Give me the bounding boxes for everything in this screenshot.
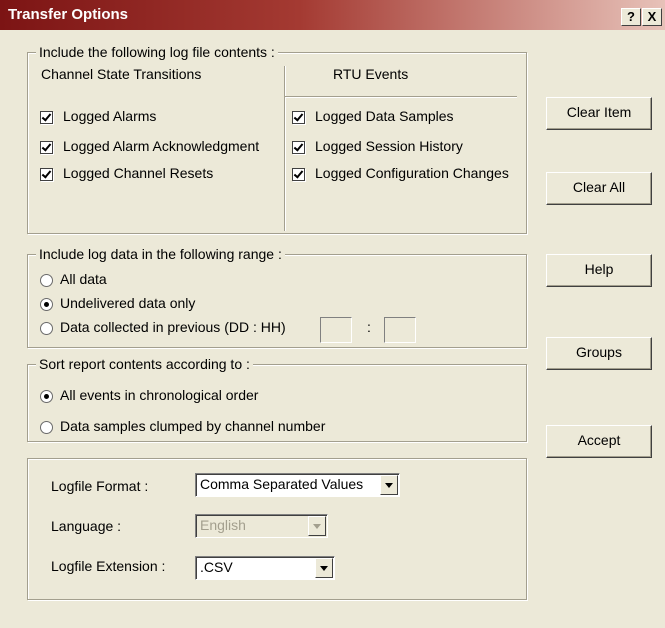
logged-session-history-label: Logged Session History — [315, 138, 463, 154]
clear-all-button[interactable]: Clear All — [546, 172, 652, 205]
accept-button[interactable]: Accept — [546, 425, 652, 458]
logged-alarm-ack-checkbox[interactable] — [40, 141, 53, 154]
logged-data-samples-checkbox[interactable] — [292, 111, 305, 124]
logged-data-samples-label: Logged Data Samples — [315, 108, 454, 124]
logfile-format-select[interactable]: Comma Separated Values — [195, 473, 400, 497]
logged-config-changes-label: Logged Configuration Changes — [315, 165, 509, 181]
chevron-down-icon — [308, 516, 326, 536]
help-icon[interactable]: ? — [621, 8, 641, 26]
logfile-extension-value: .CSV — [200, 559, 233, 575]
language-label: Language : — [51, 518, 122, 534]
dd-hh-separator: : — [367, 319, 371, 335]
clumped-label: Data samples clumped by channel number — [60, 418, 326, 434]
undelivered-data-radio[interactable] — [40, 298, 53, 311]
data-previous-radio[interactable] — [40, 322, 53, 335]
clumped-radio[interactable] — [40, 421, 53, 434]
window-title: Transfer Options — [8, 6, 129, 23]
chevron-down-icon[interactable] — [380, 475, 398, 495]
sort-legend: Sort report contents according to : — [36, 356, 253, 372]
title-bar: Transfer Options ? X — [0, 0, 665, 30]
column-divider — [284, 66, 286, 231]
close-icon[interactable]: X — [642, 8, 662, 26]
log-contents-legend: Include the following log file contents … — [36, 44, 278, 60]
logged-alarm-ack-label: Logged Alarm Acknowledgment — [63, 138, 260, 154]
clear-item-button[interactable]: Clear Item — [546, 97, 652, 130]
logged-channel-resets-label: Logged Channel Resets — [63, 165, 214, 181]
range-legend: Include log data in the following range … — [36, 246, 285, 262]
chronological-radio[interactable] — [40, 390, 53, 403]
all-data-label: All data — [60, 271, 107, 287]
logfile-format-label: Logfile Format : — [51, 478, 149, 494]
logfile-extension-label: Logfile Extension : — [51, 558, 166, 574]
logged-channel-resets-checkbox[interactable] — [40, 168, 53, 181]
chronological-label: All events in chronological order — [60, 387, 259, 403]
language-select: English — [195, 514, 328, 538]
chevron-down-icon[interactable] — [315, 558, 333, 578]
logged-alarms-checkbox[interactable] — [40, 111, 53, 124]
logged-alarms-label: Logged Alarms — [63, 108, 157, 124]
logged-config-changes-checkbox[interactable] — [292, 168, 305, 181]
data-previous-label: Data collected in previous (DD : HH) — [60, 319, 286, 335]
days-input[interactable] — [320, 317, 352, 343]
rtu-header-divider — [285, 96, 517, 98]
help-button[interactable]: Help — [546, 254, 652, 287]
groups-button[interactable]: Groups — [546, 337, 652, 370]
logged-session-history-checkbox[interactable] — [292, 141, 305, 154]
undelivered-data-label: Undelivered data only — [60, 295, 196, 311]
channel-state-header: Channel State Transitions — [41, 66, 202, 82]
transfer-options-dialog: Transfer Options ? X Include the followi… — [0, 0, 665, 628]
rtu-events-header: RTU Events — [333, 66, 409, 82]
logfile-extension-select[interactable]: .CSV — [195, 556, 335, 580]
all-data-radio[interactable] — [40, 274, 53, 287]
logfile-format-value: Comma Separated Values — [200, 476, 364, 492]
hours-input[interactable] — [384, 317, 416, 343]
language-value: English — [200, 517, 246, 533]
